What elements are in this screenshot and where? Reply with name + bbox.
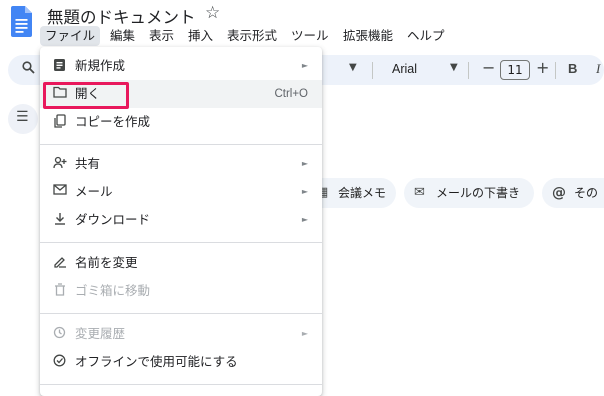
style-dropdown-icon[interactable]: ▼ [349,62,357,73]
toolbar-divider [468,62,469,79]
chip-email-draft[interactable]: ✉ メールの下書き [404,178,534,208]
font-dropdown-icon[interactable]: ▼ [450,62,458,73]
menu-item-label: 共有 [75,156,101,171]
submenu-arrow-icon: ► [301,61,308,70]
menu-item-new[interactable]: 新規作成 ► [40,52,322,80]
menu-item-move-to-trash[interactable]: ゴミ箱に移動 [40,277,322,305]
menu-item-label: メール [75,184,113,199]
person-add-icon [52,156,67,171]
font-size-input[interactable]: 11 [500,60,530,80]
menu-item-rename[interactable]: 名前を変更 [40,249,322,277]
menu-item-label: ダウンロード [75,212,151,227]
toolbar-divider [555,62,556,79]
menu-extensions[interactable]: 拡張機能 [338,26,398,46]
list-icon: ☰ [16,109,29,125]
menu-file[interactable]: ファイル [40,26,101,46]
menu-item-email[interactable]: メール ► [40,178,322,206]
menu-item-make-available-offline[interactable]: オフラインで使用可能にする [40,348,322,376]
chip-more[interactable]: @ その [542,178,604,208]
highlight-box [43,82,129,109]
google-docs-icon[interactable] [11,6,32,37]
trash-icon [52,283,67,298]
search-menus-icon[interactable] [22,61,35,78]
outline-toggle-button[interactable]: ☰ [8,104,38,134]
menu-item-share[interactable]: 共有 ► [40,150,322,178]
offline-icon [52,354,67,369]
menu-divider [40,144,322,145]
submenu-arrow-icon: ► [301,187,308,196]
menu-item-label: 名前を変更 [75,255,138,270]
menu-tools[interactable]: ツール [286,26,334,46]
star-icon[interactable]: ☆ [205,3,220,23]
history-icon [52,326,67,341]
menu-item-label: 変更履歴 [75,326,126,341]
at-sign-icon: @ [552,185,566,201]
menu-divider [40,242,322,243]
mail-icon [52,184,67,199]
menu-item-version-history[interactable]: 変更履歴 ► [40,320,322,348]
increase-font-size-button[interactable]: + [536,58,549,77]
menu-insert[interactable]: 挿入 [183,26,218,46]
rename-icon [52,255,67,270]
chip-label: 会議メモ [338,186,387,200]
italic-button[interactable]: I [596,61,600,77]
menu-item-download[interactable]: ダウンロード ► [40,206,322,234]
menu-item-label: コピーを作成 [75,114,151,129]
menu-format[interactable]: 表示形式 [222,26,282,46]
menu-view[interactable]: 表示 [144,26,179,46]
submenu-arrow-icon: ► [301,159,308,168]
menu-item-make-copy[interactable]: コピーを作成 [40,108,322,136]
document-title[interactable]: 無題のドキュメント [47,4,196,28]
menu-item-label: オフラインで使用可能にする [75,354,238,369]
font-select[interactable]: Arial [392,62,417,76]
menu-item-label: 新規作成 [75,58,126,73]
menu-edit[interactable]: 編集 [105,26,140,46]
menu-divider [40,384,322,385]
email-draft-icon: ✉ [414,185,425,200]
decrease-font-size-button[interactable]: − [482,58,495,77]
toolbar-divider [372,62,373,79]
submenu-arrow-icon: ► [301,329,308,338]
new-doc-icon [52,58,67,73]
chip-label: メールの下書き [436,186,521,200]
shortcut-label: Ctrl+O [274,88,308,100]
download-icon [52,212,67,227]
submenu-arrow-icon: ► [301,215,308,224]
menu-divider [40,313,322,314]
chip-label: その [574,186,599,200]
copy-icon [52,114,67,129]
bold-button[interactable]: B [568,61,577,76]
menu-help[interactable]: ヘルプ [402,26,450,46]
menu-item-label: ゴミ箱に移動 [75,283,151,298]
